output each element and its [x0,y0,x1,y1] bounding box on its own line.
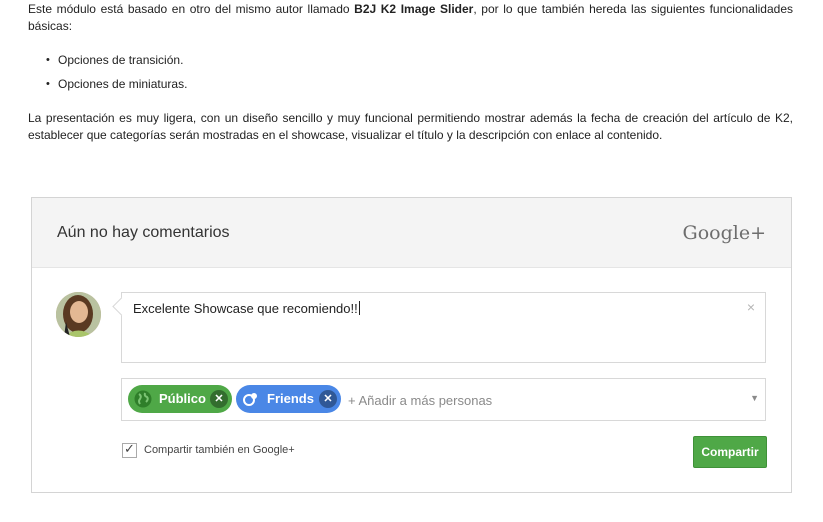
intro-text: Este módulo está basado en otro del mism… [28,2,355,16]
description-paragraph: La presentación es muy ligera, con un di… [28,111,793,142]
comments-widget: Aún no hay comentarios Google+ Excelente… [31,197,792,493]
add-people-input[interactable]: + Añadir a más personas [348,393,492,408]
globe-icon [134,390,152,408]
circles-icon [243,393,257,406]
intro-paragraph: Este módulo está basado en otro del mism… [28,1,793,35]
comment-text[interactable]: Excelente Showcase que recomiendo!! [133,301,360,316]
intro-bold-title: B2J K2 Image Slider [354,2,474,16]
close-icon[interactable]: × [747,299,755,315]
google-plus-logo[interactable]: Google+ [683,222,766,244]
comments-header: Aún no hay comentarios Google+ [32,198,791,268]
chip-label: Público [159,391,206,406]
chip-label: Friends [267,391,314,406]
share-checkbox[interactable] [122,441,137,458]
remove-chip-icon[interactable]: ✕ [210,390,228,408]
list-item: Opciones de transición. [46,52,187,76]
feature-list: Opciones de transición. Opciones de mini… [46,52,187,100]
avatar [56,292,101,337]
share-checkbox-label[interactable]: Compartir también en Google+ [144,444,295,456]
chevron-down-icon[interactable]: ▼ [750,393,759,403]
remove-chip-icon[interactable]: ✕ [319,390,337,408]
comment-input[interactable]: Excelente Showcase que recomiendo!! × [121,292,766,363]
chip-public[interactable]: Público ✕ [128,385,232,413]
audience-selector[interactable]: Público ✕ Friends ✕ + Añadir a más perso… [121,378,766,421]
chip-friends[interactable]: Friends ✕ [236,385,341,413]
comments-title: Aún no hay comentarios [57,224,230,241]
list-item: Opciones de miniaturas. [46,76,187,100]
share-button[interactable]: Compartir [693,436,767,468]
